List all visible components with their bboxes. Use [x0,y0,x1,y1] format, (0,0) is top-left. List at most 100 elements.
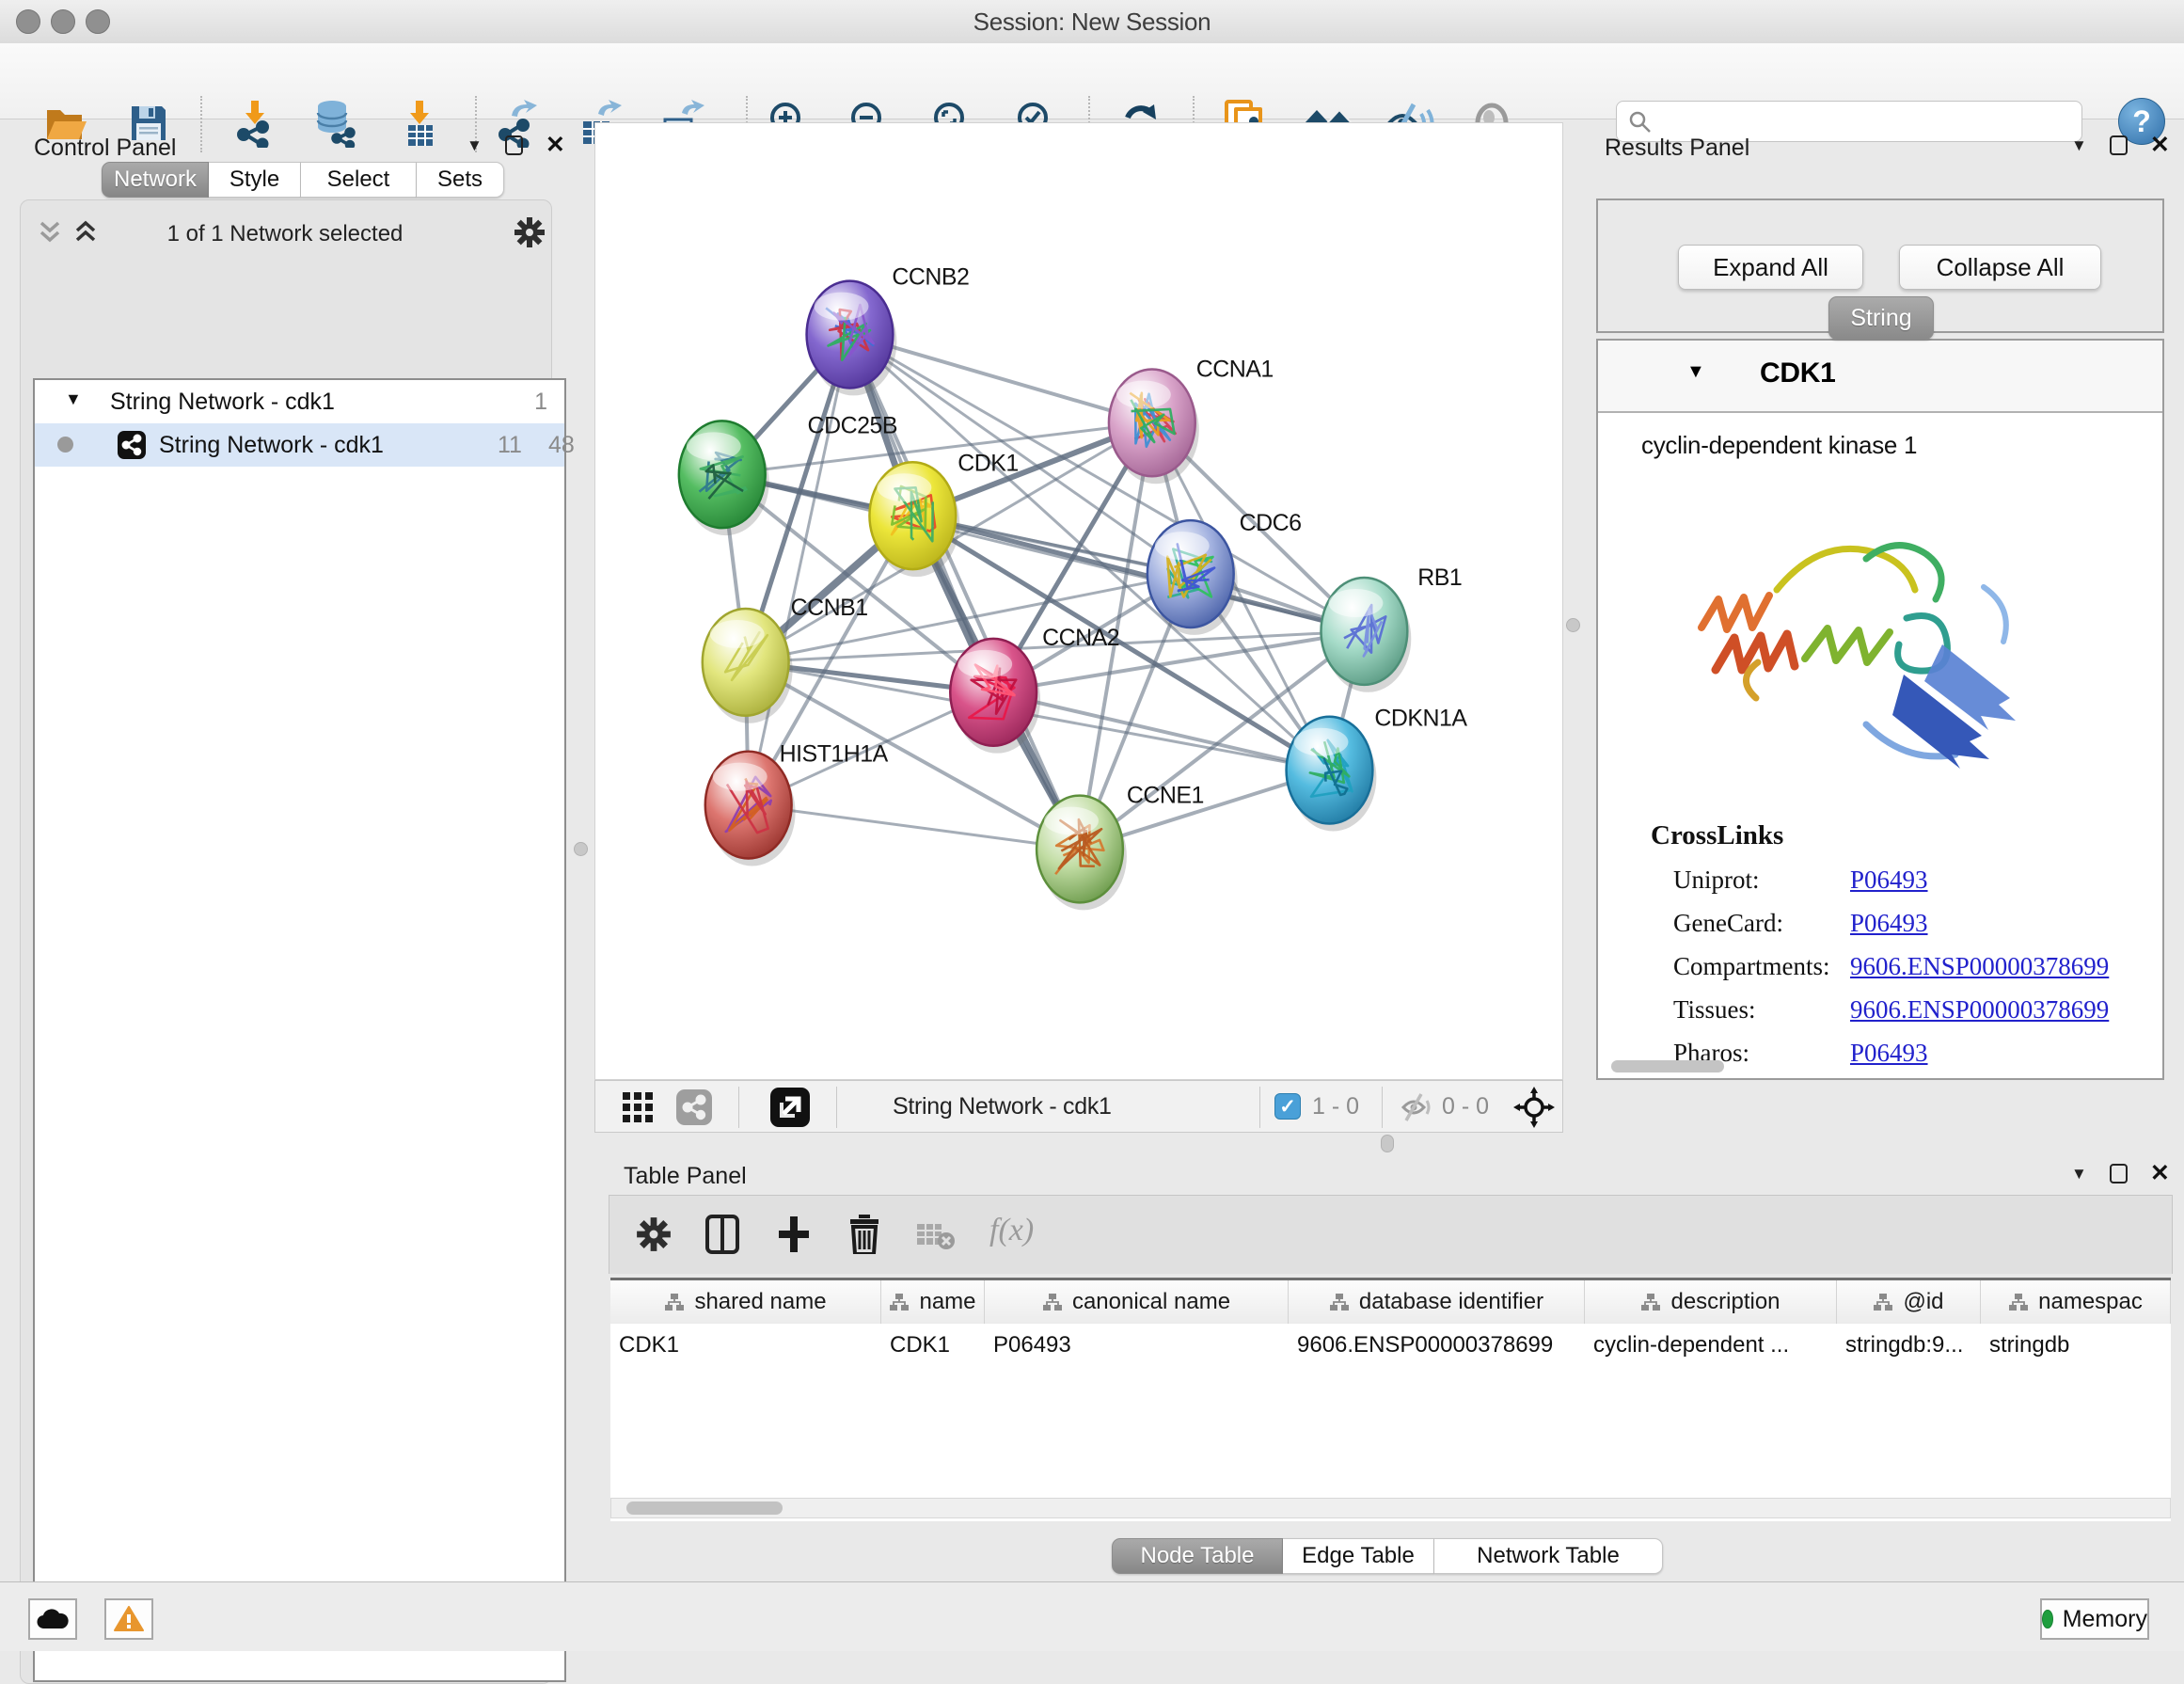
warning-status-button[interactable] [104,1598,153,1640]
expand-all-button[interactable]: Expand All [1678,245,1863,290]
collection-expand-caret[interactable]: ▼ [65,389,82,409]
node-label-CDKN1A: CDKN1A [1374,706,1467,732]
tab-network[interactable]: Network [102,162,209,198]
string-network-graph[interactable]: CCNB2CCNA1CDC25BCDK1CDC6RB1CCNB1CCNA2CDK… [595,123,1562,1079]
undock-panel-icon[interactable] [505,135,523,155]
undock-panel-icon[interactable] [2110,1164,2128,1184]
float-panel-icon[interactable]: ▼ [2071,137,2087,153]
table-cell[interactable]: cyclin-dependent ... [1585,1324,1837,1367]
table-row[interactable]: CDK1CDK1P064939606.ENSP00000378699cyclin… [610,1324,2171,1367]
close-panel-icon[interactable]: ✕ [2150,1162,2170,1185]
table-cell[interactable]: stringdb:9... [1837,1324,1981,1367]
table-cell[interactable]: P06493 [985,1324,1289,1367]
node-label-CCNB1: CCNB1 [791,595,868,621]
open-in-new-view-icon[interactable] [770,1088,810,1127]
selected-count: 1 - 0 [1312,1093,1359,1120]
results-panel-title: Results Panel [1605,135,1749,162]
crosslink-value-link[interactable]: P06493 [1850,866,1928,895]
node-RB1[interactable] [1321,578,1411,692]
crosslink-value-link[interactable]: P06493 [1850,909,1928,938]
birds-eye-view-icon[interactable] [622,1091,654,1123]
function-builder-icon[interactable]: f(x) [989,1213,1034,1248]
close-panel-icon[interactable]: ✕ [546,134,565,157]
edge-CCNB2-HIST1H1A[interactable] [749,335,850,805]
column-header-shared-name[interactable]: shared name [610,1280,881,1324]
node-CDK1[interactable] [869,462,959,577]
memory-button[interactable]: Memory [2040,1598,2149,1640]
column-header-canonical-name[interactable]: canonical name [985,1280,1289,1324]
results-hscroll-thumb[interactable] [1611,1060,1724,1072]
column-header-namespac[interactable]: namespac [1981,1280,2171,1324]
tab-network-table[interactable]: Network Table [1434,1538,1663,1574]
scrollbar-thumb[interactable] [626,1501,783,1515]
crosslink-value-link[interactable]: 9606.ENSP00000378699 [1850,995,2109,1025]
delete-table-icon[interactable] [916,1220,956,1252]
collection-label: String Network - cdk1 [110,389,335,416]
show-columns-icon[interactable] [705,1215,739,1254]
node-CCNE1[interactable] [1037,796,1127,911]
network-options-gear-icon[interactable] [514,216,546,248]
selected-checkbox-icon[interactable]: ✓ [1274,1093,1301,1120]
memory-label: Memory [2063,1606,2147,1633]
tab-style[interactable]: Style [209,162,301,198]
node-CCNA2[interactable] [950,639,1040,754]
table-cell[interactable]: stringdb [1981,1324,2171,1367]
table-horizontal-scrollbar[interactable] [610,1498,2171,1518]
crosslink-value-link[interactable]: 9606.ENSP00000378699 [1850,952,2109,981]
results-panel-window-icons: ▼ ✕ [2071,134,2170,157]
delete-column-trash-icon[interactable] [848,1215,880,1254]
right-splitter-handle[interactable] [1566,618,1580,632]
close-panel-icon[interactable]: ✕ [2150,134,2170,157]
network-collection-row[interactable]: ▼ String Network - cdk1 1 [35,380,564,423]
horizontal-splitter-handle[interactable] [1381,1135,1394,1152]
network-edge-count: 48 [548,432,575,459]
node-CCNB2[interactable] [807,281,897,396]
node-label-HIST1H1A: HIST1H1A [780,741,889,768]
column-header-label: database identifier [1359,1289,1543,1315]
node-navigator-crosshair-icon[interactable] [1513,1087,1555,1128]
table-panel-window-icons: ▼ ✕ [2071,1162,2170,1185]
column-header--id[interactable]: @id [1837,1280,1981,1324]
column-header-label: description [1670,1289,1780,1315]
column-header-description[interactable]: description [1585,1280,1837,1324]
create-column-plus-icon[interactable] [777,1215,811,1254]
float-panel-icon[interactable]: ▼ [467,137,483,153]
crosslink-value-link[interactable]: P06493 [1850,1039,1928,1068]
tab-sets[interactable]: Sets [417,162,504,198]
table-cell[interactable]: CDK1 [610,1324,881,1367]
network-row-selected[interactable]: String Network - cdk1 11 48 [35,423,564,467]
tab-edge-table[interactable]: Edge Table [1283,1538,1434,1574]
node-HIST1H1A[interactable] [705,752,796,866]
collapse-all-button[interactable]: Collapse All [1899,245,2101,290]
network-canvas[interactable]: CCNB2CCNA1CDC25BCDK1CDC6RB1CCNB1CCNA2CDK… [594,122,1563,1080]
node-CCNA1[interactable] [1109,369,1199,484]
attribute-tree-icon [889,1293,910,1311]
column-header-database-identifier[interactable]: database identifier [1289,1280,1585,1324]
node-CDKN1A[interactable] [1287,717,1377,832]
share-view-icon[interactable] [676,1089,712,1125]
node-label-CCNA1: CCNA1 [1196,356,1274,382]
edge-CCNA2-CDKN1A[interactable] [993,692,1329,771]
toolbar-separator [738,1087,739,1128]
tab-node-table[interactable]: Node Table [1112,1538,1283,1574]
tab-select[interactable]: Select [301,162,417,198]
column-header-name[interactable]: name [881,1280,985,1324]
collection-count: 1 [534,389,547,416]
left-splitter-handle[interactable] [574,842,588,856]
cloud-status-button[interactable] [28,1598,77,1640]
node-label-CCNA2: CCNA2 [1042,625,1119,651]
node-CCNB1[interactable] [703,609,793,723]
result-card-header[interactable]: ▼ CDK1 [1598,341,2162,413]
edge-HIST1H1A-CCNE1[interactable] [749,805,1080,850]
table-options-gear-icon[interactable] [636,1216,672,1252]
hidden-eye-slash-icon[interactable] [1401,1093,1434,1121]
undock-panel-icon[interactable] [2110,135,2128,155]
table-cell[interactable]: 9606.ENSP00000378699 [1289,1324,1585,1367]
tab-string[interactable]: String [1828,296,1934,340]
string-network-icon [118,431,146,459]
table-tabs: Node Table Edge Table Network Table [1112,1538,1663,1574]
float-panel-icon[interactable]: ▼ [2071,1166,2087,1182]
memory-status-dot [2042,1610,2053,1628]
table-cell[interactable]: CDK1 [881,1324,985,1367]
result-expand-caret[interactable]: ▼ [1686,361,1705,383]
